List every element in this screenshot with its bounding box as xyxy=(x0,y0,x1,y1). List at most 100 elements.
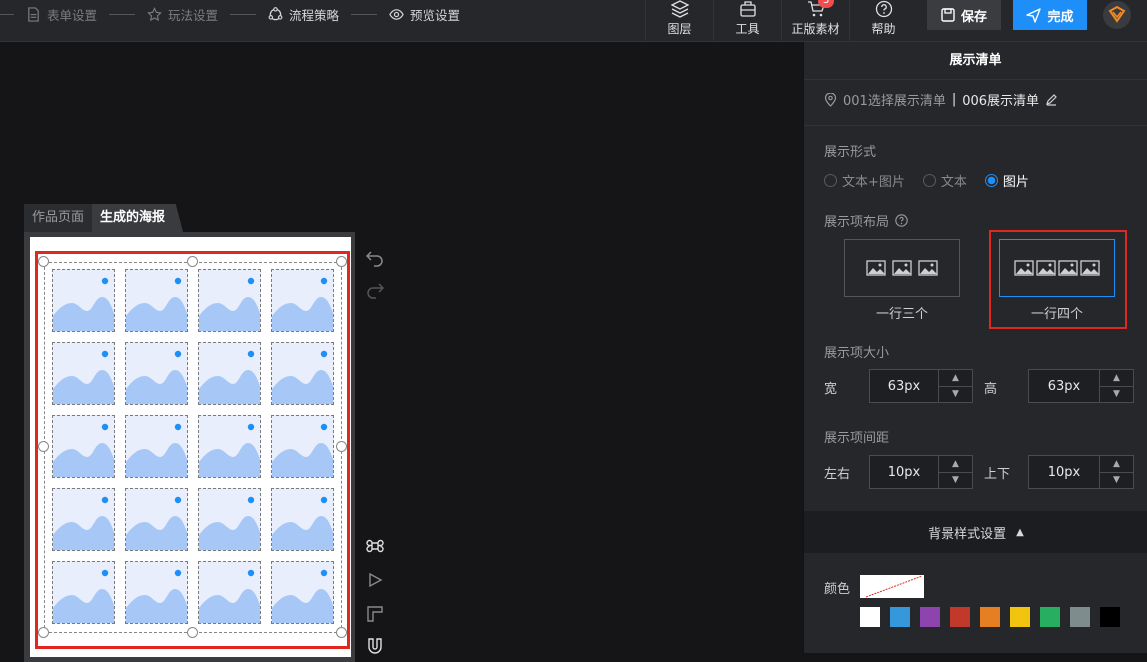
radio-image[interactable]: 图片 xyxy=(984,171,1029,190)
color-picker[interactable] xyxy=(860,575,924,598)
color-swatch[interactable] xyxy=(920,607,940,627)
breadcrumb-separator: | xyxy=(951,92,957,107)
color-swatch[interactable] xyxy=(980,607,1000,627)
image-placeholder[interactable] xyxy=(198,488,261,551)
radio-dot xyxy=(984,174,998,187)
display-form-label: 展示形式 xyxy=(824,145,877,160)
color-swatch[interactable] xyxy=(860,607,880,627)
image-placeholder-icon xyxy=(272,277,333,331)
redo-button[interactable] xyxy=(366,281,385,303)
step-label: 表单设置 xyxy=(47,7,98,23)
width-value[interactable]: 63px xyxy=(870,370,938,402)
image-placeholder-icon xyxy=(126,569,187,623)
image-placeholder[interactable] xyxy=(271,342,334,405)
color-swatch[interactable] xyxy=(1100,607,1120,627)
height-label: 高 xyxy=(984,382,998,397)
height-value[interactable]: 63px xyxy=(1029,370,1099,402)
save-button[interactable]: 保存 xyxy=(927,0,1001,30)
step-preview-settings[interactable]: 预览设置 xyxy=(389,5,460,24)
color-swatch[interactable] xyxy=(1010,607,1030,627)
height-stepper[interactable]: 63px ▲ ▼ xyxy=(1028,369,1134,403)
image-placeholder[interactable] xyxy=(125,488,188,551)
resize-handle[interactable] xyxy=(38,627,49,638)
undo-button[interactable] xyxy=(365,249,384,271)
color-swatch[interactable] xyxy=(1040,607,1060,627)
no-color-icon xyxy=(865,575,923,598)
decrement-button[interactable]: ▼ xyxy=(939,473,972,489)
image-placeholder[interactable] xyxy=(198,342,261,405)
increment-button[interactable]: ▲ xyxy=(939,456,972,473)
background-style-section-toggle[interactable]: 背景样式设置 ▲ xyxy=(804,511,1147,553)
resize-handle[interactable] xyxy=(187,627,198,638)
tab-generated-poster[interactable]: 生成的海报 xyxy=(92,204,184,232)
decrement-button[interactable]: ▼ xyxy=(1100,387,1133,403)
vertical-spacing-value[interactable]: 10px xyxy=(1029,456,1099,488)
decrement-button[interactable]: ▼ xyxy=(1100,473,1133,489)
image-placeholder[interactable] xyxy=(198,415,261,478)
color-swatch[interactable] xyxy=(1070,607,1090,627)
resize-handle[interactable] xyxy=(336,256,347,267)
help-button[interactable]: 帮助 xyxy=(849,0,917,42)
image-placeholder[interactable] xyxy=(125,269,188,332)
edit-icon[interactable] xyxy=(1045,93,1058,106)
image-placeholder[interactable] xyxy=(52,488,115,551)
vertical-spacing-stepper[interactable]: 10px ▲ ▼ xyxy=(1028,455,1134,489)
image-icon xyxy=(892,260,912,276)
increment-button[interactable]: ▲ xyxy=(1100,370,1133,387)
image-placeholder[interactable] xyxy=(52,561,115,624)
done-button[interactable]: 完成 xyxy=(1013,0,1087,30)
image-placeholder[interactable] xyxy=(271,561,334,624)
step-gameplay-settings[interactable]: 玩法设置 xyxy=(147,5,218,24)
brand-logo xyxy=(1087,0,1147,42)
image-placeholder[interactable] xyxy=(125,415,188,478)
image-placeholder[interactable] xyxy=(52,269,115,332)
display-list-grid[interactable] xyxy=(52,269,334,624)
image-placeholder[interactable] xyxy=(198,561,261,624)
resize-handle[interactable] xyxy=(187,256,198,267)
step-flow-strategy[interactable]: 流程策略 xyxy=(268,5,339,24)
image-placeholder[interactable] xyxy=(271,269,334,332)
undo-icon xyxy=(365,251,383,267)
color-swatch[interactable] xyxy=(890,607,910,627)
tools-button[interactable]: 工具 xyxy=(713,0,781,42)
image-placeholder[interactable] xyxy=(271,488,334,551)
radio-dot xyxy=(824,174,837,187)
image-placeholder[interactable] xyxy=(52,342,115,405)
assets-button[interactable]: 5 正版素材 xyxy=(781,0,849,42)
stepper-arrows: ▲ ▼ xyxy=(1099,370,1133,402)
image-placeholder[interactable] xyxy=(125,342,188,405)
horizontal-spacing-stepper[interactable]: 10px ▲ ▼ xyxy=(869,455,973,489)
tab-works-page[interactable]: 作品页面 xyxy=(24,204,93,232)
image-placeholder-icon xyxy=(126,350,187,404)
resize-handle[interactable] xyxy=(336,627,347,638)
color-swatch[interactable] xyxy=(950,607,970,627)
breadcrumb-parent[interactable]: 001选择展示清单 xyxy=(843,90,946,109)
step-form-settings[interactable]: 表单设置 xyxy=(26,5,97,24)
layers-button[interactable]: 图层 xyxy=(645,0,713,42)
radio-text[interactable]: 文本 xyxy=(922,171,967,190)
radio-label: 文本+图片 xyxy=(842,175,905,190)
ruler-button[interactable] xyxy=(366,605,384,627)
command-button[interactable] xyxy=(366,537,384,559)
resize-handle[interactable] xyxy=(38,441,49,452)
horizontal-spacing-value[interactable]: 10px xyxy=(870,456,938,488)
image-placeholder[interactable] xyxy=(125,561,188,624)
width-stepper[interactable]: 63px ▲ ▼ xyxy=(869,369,973,403)
step-divider xyxy=(109,13,136,15)
resize-handle[interactable] xyxy=(38,256,49,267)
top-toolbar: 表单设置 玩法设置 流程策略 预览设置 图层 工具 5 正版素材 帮助 保存 完… xyxy=(0,0,1147,42)
increment-button[interactable]: ▲ xyxy=(939,370,972,387)
decrement-button[interactable]: ▼ xyxy=(939,387,972,403)
image-placeholder[interactable] xyxy=(271,415,334,478)
increment-button[interactable]: ▲ xyxy=(1100,456,1133,473)
help-icon[interactable] xyxy=(895,214,908,227)
magnet-button[interactable] xyxy=(366,637,384,659)
logo-icon xyxy=(1103,1,1131,29)
radio-text-image[interactable]: 文本+图片 xyxy=(824,171,905,190)
resize-handle[interactable] xyxy=(336,441,347,452)
image-placeholder[interactable] xyxy=(52,415,115,478)
play-button[interactable] xyxy=(366,571,384,593)
layout-three-per-row[interactable] xyxy=(844,239,960,297)
image-placeholder[interactable] xyxy=(198,269,261,332)
help-label: 帮助 xyxy=(871,22,896,36)
